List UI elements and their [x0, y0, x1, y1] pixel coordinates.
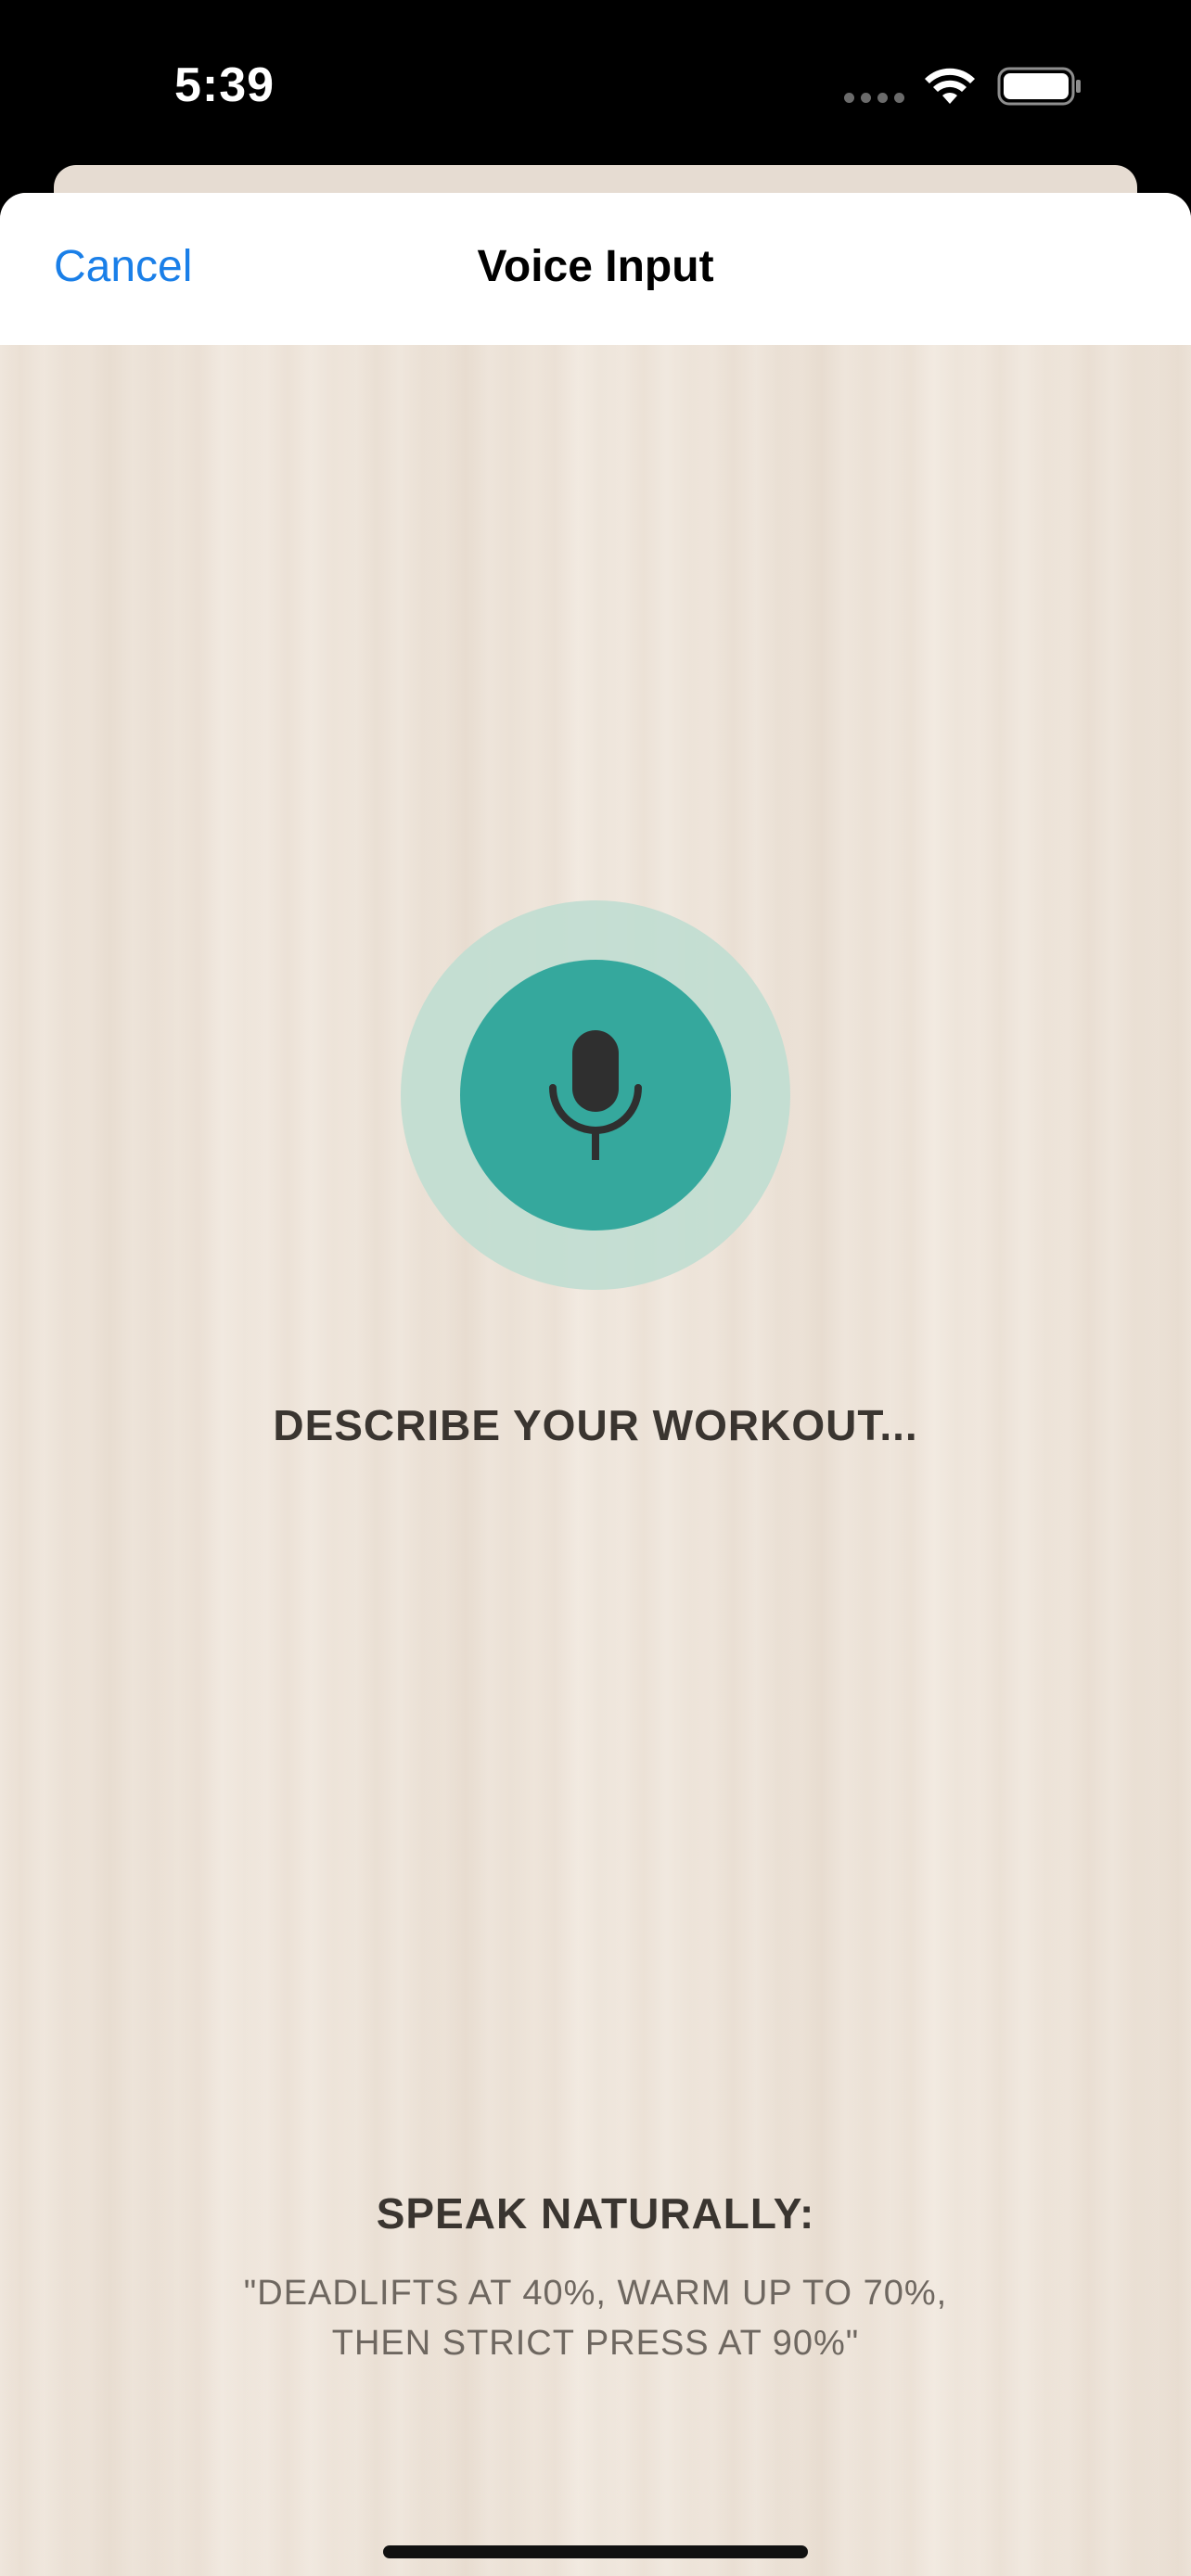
home-indicator[interactable] [383, 2545, 808, 2558]
tip-example: "DEADLIFTS AT 40%, WARM UP TO 70%, THEN … [0, 2268, 1191, 2368]
status-time: 5:39 [174, 58, 275, 112]
status-bar: 5:39 [0, 0, 1191, 176]
tip-example-line-1: "DEADLIFTS AT 40%, WARM UP TO 70%, [243, 2274, 948, 2313]
wifi-icon [925, 68, 975, 104]
record-button[interactable] [460, 960, 731, 1231]
tip-example-line-2: THEN STRICT PRESS AT 90%" [331, 2324, 860, 2363]
page-title: Voice Input [477, 242, 714, 291]
nav-bar: Cancel Voice Input [0, 193, 1191, 345]
battery-icon [997, 67, 1081, 106]
microphone-icon [549, 1030, 642, 1160]
prompt-text: DESCRIBE YOUR WORKOUT... [273, 1401, 918, 1449]
signal-icon [844, 93, 905, 104]
voice-input-sheet: Cancel Voice Input DESCRIBE YOUR WORKOUT… [0, 193, 1191, 2576]
tip-heading: SPEAK NATURALLY: [376, 2189, 815, 2238]
